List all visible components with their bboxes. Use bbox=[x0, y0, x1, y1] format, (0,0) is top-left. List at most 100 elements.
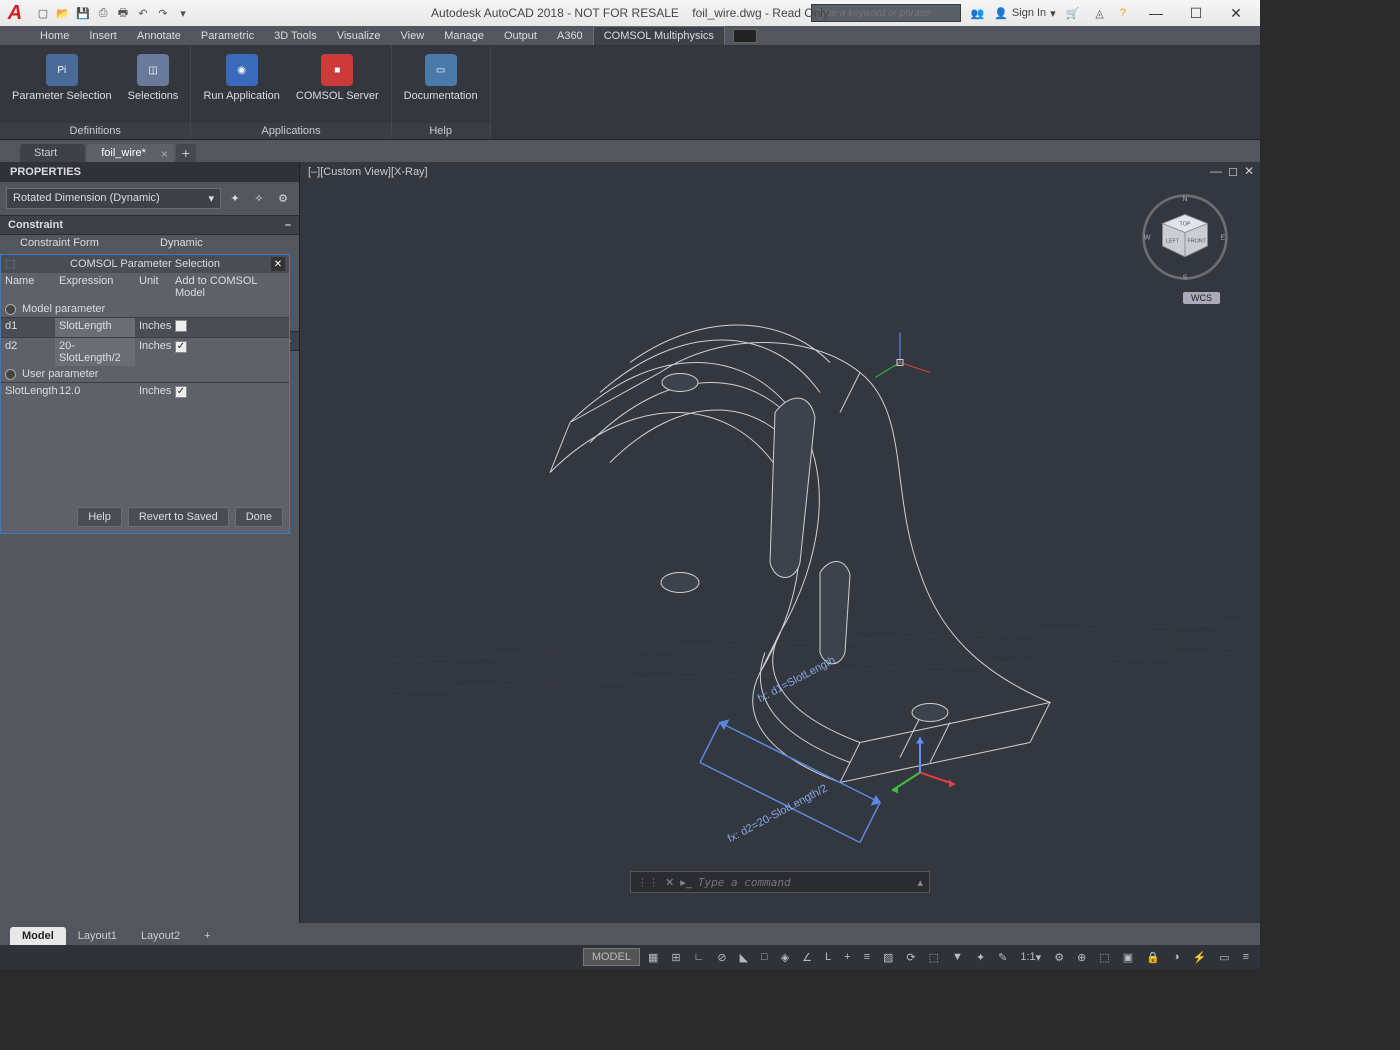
help-button[interactable]: Help bbox=[77, 507, 122, 527]
app-store-icon[interactable]: ◬ bbox=[1089, 5, 1109, 22]
tab-a360[interactable]: A360 bbox=[547, 27, 593, 45]
viewcube[interactable]: N E S W TOP LEFT FRONT bbox=[1140, 192, 1230, 282]
checkbox[interactable]: ✓ bbox=[175, 341, 187, 353]
open-icon[interactable]: 📂 bbox=[54, 4, 72, 22]
help-search-input[interactable] bbox=[811, 4, 961, 22]
cmd-dropdown-icon[interactable]: ▴ bbox=[917, 876, 923, 889]
dialog-close-button[interactable]: ✕ bbox=[271, 257, 285, 271]
saveas-icon[interactable]: ⎙ bbox=[94, 4, 112, 22]
command-bar[interactable]: ⋮⋮ ✕ ▸_ ▴ bbox=[630, 871, 930, 893]
tab-home[interactable]: Home bbox=[30, 27, 79, 45]
quick-select-icon[interactable]: ✦ bbox=[225, 189, 245, 209]
quickprops-icon[interactable]: ▣ bbox=[1118, 949, 1138, 966]
transparency-icon[interactable]: ▨ bbox=[878, 949, 898, 966]
checkbox[interactable] bbox=[175, 320, 187, 332]
redo-icon[interactable]: ↷ bbox=[154, 4, 172, 22]
tab-layout2[interactable]: Layout2 bbox=[129, 927, 192, 945]
tab-start[interactable]: Start bbox=[20, 144, 85, 162]
model-parameter-group[interactable]: Model parameter bbox=[1, 301, 289, 317]
add-tab-button[interactable]: + bbox=[176, 144, 196, 162]
ortho-icon[interactable]: ∟ bbox=[689, 949, 710, 965]
exchange-icon[interactable]: 🛒 bbox=[1060, 5, 1086, 22]
radio-icon[interactable] bbox=[5, 304, 16, 315]
close-button[interactable]: ✕ bbox=[1216, 0, 1256, 26]
units-icon[interactable]: ⬚ bbox=[1094, 949, 1114, 966]
revert-button[interactable]: Revert to Saved bbox=[128, 507, 229, 527]
tab-view[interactable]: View bbox=[391, 27, 435, 45]
isolate-icon[interactable]: ◑ bbox=[1168, 949, 1185, 965]
model-canvas[interactable]: fx: d1=SlotLength fx: d2=20-SlotLength/2 bbox=[300, 162, 1260, 923]
grip-icon[interactable]: ⋮⋮ bbox=[637, 876, 659, 889]
tab-annotate[interactable]: Annotate bbox=[127, 27, 191, 45]
cycling-icon[interactable]: ⟳ bbox=[901, 949, 920, 966]
polar-icon[interactable]: ⊘ bbox=[712, 949, 731, 966]
annoscale-icon[interactable]: ✎ bbox=[993, 949, 1012, 966]
new-icon[interactable]: ▢ bbox=[34, 4, 52, 22]
selections-button[interactable]: ◫ Selections bbox=[122, 50, 185, 123]
lockui-icon[interactable]: 🔒 bbox=[1141, 949, 1165, 966]
hwacc-icon[interactable]: ⚡ bbox=[1187, 949, 1211, 966]
space-toggle[interactable]: MODEL bbox=[583, 948, 640, 966]
property-section-header[interactable]: Constraint– bbox=[0, 215, 299, 235]
workspace-icon[interactable]: ⚙ bbox=[1049, 949, 1069, 966]
scale-display[interactable]: 1:1 ▾ bbox=[1015, 949, 1046, 966]
cleanscreen-icon[interactable]: ▭ bbox=[1214, 949, 1234, 966]
plot-icon[interactable]: 🖶 bbox=[114, 4, 132, 22]
filter-icon[interactable]: ▼ bbox=[947, 949, 968, 965]
qat-dropdown-icon[interactable]: ▾ bbox=[174, 4, 192, 22]
otrack-icon[interactable]: ∠ bbox=[797, 949, 817, 966]
tab-layout1[interactable]: Layout1 bbox=[66, 927, 129, 945]
collapse-icon[interactable]: – bbox=[285, 219, 291, 231]
isodraft-icon[interactable]: ◣ bbox=[735, 949, 753, 966]
tab-visualize[interactable]: Visualize bbox=[327, 27, 391, 45]
tab-model[interactable]: Model bbox=[10, 927, 66, 945]
lineweight-icon[interactable]: ≡ bbox=[859, 949, 875, 965]
param-row-d2[interactable]: d2 20-SlotLength/2 Inches ✓ bbox=[1, 337, 289, 366]
signin-button[interactable]: 👤 Sign In ▾ bbox=[994, 7, 1055, 20]
done-button[interactable]: Done bbox=[235, 507, 283, 527]
annomon-icon[interactable]: ⊕ bbox=[1072, 949, 1091, 966]
selection-dropdown[interactable]: Rotated Dimension (Dynamic)▾ bbox=[6, 188, 221, 209]
dyninput-icon[interactable]: + bbox=[839, 949, 855, 965]
filter-icon[interactable]: ⚙ bbox=[273, 189, 293, 209]
tab-manage[interactable]: Manage bbox=[434, 27, 494, 45]
save-icon[interactable]: 💾 bbox=[74, 4, 92, 22]
minimize-button[interactable]: — bbox=[1136, 0, 1176, 26]
radio-icon[interactable] bbox=[5, 369, 16, 380]
customize-icon[interactable]: ≡ bbox=[1238, 949, 1254, 965]
viewport[interactable]: [–][Custom View][X-Ray] — ◻ ✕ bbox=[300, 162, 1260, 923]
checkbox[interactable]: ✓ bbox=[175, 386, 187, 398]
run-application-button[interactable]: ◉ Run Application bbox=[197, 50, 285, 123]
tab-comsol[interactable]: COMSOL Multiphysics bbox=[593, 26, 725, 45]
param-row-d1[interactable]: d1 SlotLength Inches bbox=[1, 317, 289, 337]
wcs-badge[interactable]: WCS bbox=[1183, 292, 1220, 304]
comsol-server-button[interactable]: ■ COMSOL Server bbox=[290, 50, 385, 123]
parameter-selection-button[interactable]: Pi Parameter Selection bbox=[6, 50, 118, 123]
command-input[interactable] bbox=[698, 876, 912, 889]
add-layout-button[interactable]: + bbox=[192, 927, 222, 945]
infocenter-icon[interactable]: 👥 bbox=[965, 5, 991, 22]
close-cmd-icon[interactable]: ✕ bbox=[665, 876, 674, 889]
documentation-button[interactable]: ▭ Documentation bbox=[398, 50, 484, 123]
app-logo[interactable] bbox=[0, 0, 30, 26]
3dprint-icon[interactable]: ⬚ bbox=[924, 949, 944, 966]
undo-icon[interactable]: ↶ bbox=[134, 4, 152, 22]
tab-insert[interactable]: Insert bbox=[79, 27, 127, 45]
ribbon-widget-icon[interactable] bbox=[733, 29, 757, 43]
tab-output[interactable]: Output bbox=[494, 27, 547, 45]
property-value[interactable]: Dynamic bbox=[160, 237, 299, 249]
3dosnap-icon[interactable]: ◈ bbox=[776, 949, 794, 966]
dialog-titlebar[interactable]: ⬚ COMSOL Parameter Selection ✕ bbox=[1, 255, 289, 273]
tab-foilwire[interactable]: foil_wire*× bbox=[87, 144, 174, 162]
gizmo-icon[interactable]: ✦ bbox=[971, 949, 990, 966]
select-similar-icon[interactable]: ✧ bbox=[249, 189, 269, 209]
close-icon[interactable]: × bbox=[161, 147, 168, 161]
osnap-icon[interactable]: □ bbox=[756, 949, 773, 965]
user-parameter-group[interactable]: User parameter bbox=[1, 366, 289, 382]
property-row[interactable]: Constraint FormDynamic bbox=[0, 235, 299, 251]
grid-icon[interactable]: ▦ bbox=[643, 949, 663, 966]
help-icon[interactable]: ? bbox=[1114, 5, 1132, 21]
tab-parametric[interactable]: Parametric bbox=[191, 27, 264, 45]
param-row-slotlength[interactable]: SlotLength 12.0 Inches ✓ bbox=[1, 382, 289, 400]
dynucs-icon[interactable]: L bbox=[820, 949, 836, 965]
